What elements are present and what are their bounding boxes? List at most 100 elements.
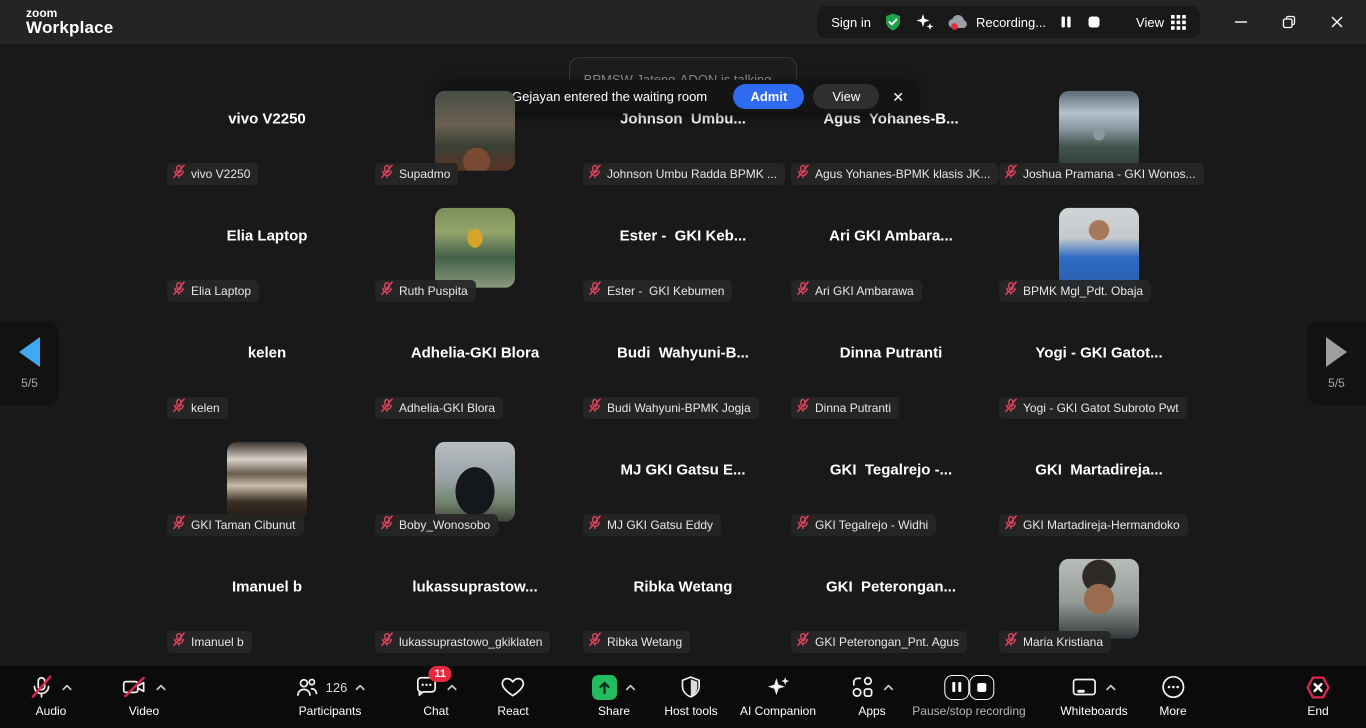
previous-page-button[interactable]: 5/5 (0, 321, 59, 405)
participant-name-tag: Ruth Puspita (375, 280, 476, 302)
shield-icon[interactable] (678, 674, 703, 700)
ai-companion-sparkle-icon[interactable] (915, 12, 935, 32)
chevron-up-icon[interactable] (61, 681, 74, 694)
participants-icon[interactable] (294, 674, 320, 700)
sign-in-button[interactable]: Sign in (831, 15, 871, 30)
participant-tile[interactable]: Imanuel b Imanuel b (163, 543, 371, 660)
toolbar-ai-companion-button[interactable]: AI Companion (740, 672, 816, 718)
muted-mic-icon (796, 398, 810, 418)
chevron-up-icon[interactable] (624, 681, 637, 694)
participant-tag-text: Yogi - GKI Gatot Subroto Pwt (1023, 401, 1179, 415)
participant-tile[interactable]: lukassuprastow... lukassuprastowo_gkikla… (371, 543, 579, 660)
participant-tile[interactable]: GKI Tegalrejo -... GKI Tegalrejo - Widhi (787, 426, 995, 543)
chat-icon[interactable]: 11 (414, 674, 440, 700)
participant-tile[interactable]: Maria Kristiana (995, 543, 1203, 660)
participant-tile[interactable]: Boby_Wonosobo (371, 426, 579, 543)
participant-name-tag: Yogi - GKI Gatot Subroto Pwt (999, 397, 1187, 419)
admit-button[interactable]: Admit (733, 84, 804, 109)
participant-tile[interactable]: BPMK Mgl_Pdt. Obaja (995, 192, 1203, 309)
participant-tag-text: Boby_Wonosobo (399, 518, 490, 532)
close-window-button[interactable] (1318, 7, 1356, 37)
heart-icon[interactable] (499, 674, 526, 700)
participant-tile[interactable]: GKI Martadireja... GKI Martadireja-Herma… (995, 426, 1203, 543)
participant-display-name: Ari GKI Ambara... (787, 228, 995, 245)
stop-recording-button[interactable] (969, 675, 994, 700)
muted-mic-icon (588, 164, 602, 184)
participants-count: 126 (326, 680, 348, 695)
participant-tile[interactable]: GKI Taman Cibunut (163, 426, 371, 543)
view-waiting-room-button[interactable]: View (813, 84, 879, 109)
participant-name-tag: Ribka Wetang (583, 631, 690, 653)
toolbar-end-button[interactable]: End (1303, 672, 1333, 718)
participant-display-name: vivo V2250 (163, 111, 371, 128)
sparkle-icon[interactable] (764, 674, 791, 701)
toolbar-whiteboards-button[interactable]: Whiteboards (1060, 672, 1127, 718)
participant-tile[interactable]: Ester - GKI Keb... Ester - GKI Kebumen (579, 192, 787, 309)
pause-recording-icon[interactable] (1058, 14, 1074, 30)
participant-tile[interactable]: kelen kelen (163, 309, 371, 426)
mic-muted-icon[interactable] (29, 674, 55, 700)
chevron-up-icon[interactable] (1105, 681, 1118, 694)
participant-photo-joshua (1059, 90, 1139, 170)
next-page-button[interactable]: 5/5 (1307, 321, 1366, 405)
stop-recording-icon[interactable] (1086, 14, 1102, 30)
page-indicator-left: 5/5 (21, 376, 38, 390)
video-muted-icon[interactable] (121, 674, 149, 700)
toolbar-recording-controls-label: Pause/stop recording (912, 704, 1025, 718)
participant-tile[interactable]: vivo V2250 vivo V2250 (163, 75, 371, 192)
participant-name-tag: Dinna Putranti (791, 397, 899, 419)
muted-mic-icon (172, 632, 186, 652)
participant-name-tag: Ari GKI Ambarawa (791, 280, 922, 302)
participant-tile[interactable]: Budi Wahyuni-B... Budi Wahyuni-BPMK Jogj… (579, 309, 787, 426)
muted-mic-icon (380, 281, 394, 301)
participant-tile[interactable]: Ribka Wetang Ribka Wetang (579, 543, 787, 660)
participant-tag-text: Joshua Pramana - GKI Wonos... (1023, 167, 1196, 181)
participant-tag-text: kelen (191, 401, 220, 415)
participant-tile[interactable]: Yogi - GKI Gatot... Yogi - GKI Gatot Sub… (995, 309, 1203, 426)
participant-display-name: GKI Tegalrejo -... (787, 462, 995, 479)
participant-name-tag: Johnson Umbu Radda BPMK ... (583, 163, 785, 185)
toolbar-recording-controls-button[interactable]: Pause/stop recording (912, 672, 1025, 718)
end-call-icon[interactable] (1303, 674, 1333, 701)
participant-tile[interactable]: Joshua Pramana - GKI Wonos... (995, 75, 1203, 192)
toolbar-chat-button[interactable]: 11Chat (414, 672, 459, 718)
toolbar-react-button[interactable]: React (497, 672, 528, 718)
pause-recording-button[interactable] (944, 675, 969, 700)
participant-tag-text: Maria Kristiana (1023, 635, 1103, 649)
toolbar-participants-button[interactable]: 126Participants (294, 672, 367, 718)
toolbar-share-label: Share (598, 704, 630, 718)
apps-icon[interactable] (849, 674, 876, 700)
more-icon[interactable] (1160, 674, 1186, 700)
participant-tile[interactable]: Adhelia-GKI Blora Adhelia-GKI Blora (371, 309, 579, 426)
participant-tile[interactable]: Dinna Putranti Dinna Putranti (787, 309, 995, 426)
chevron-up-icon[interactable] (155, 681, 168, 694)
recording-status: Recording... (947, 13, 1046, 31)
restore-button[interactable] (1270, 7, 1308, 37)
view-button[interactable]: View (1136, 15, 1186, 30)
participant-tile[interactable]: Ari GKI Ambara... Ari GKI Ambarawa (787, 192, 995, 309)
close-icon[interactable]: ✕ (892, 90, 904, 104)
chevron-up-icon (155, 681, 168, 694)
chevron-up-icon[interactable] (882, 681, 895, 694)
participant-display-name: Johnson Umbu... (579, 111, 787, 128)
toolbar-audio-button[interactable]: Audio (29, 672, 74, 718)
toolbar-more-button[interactable]: More (1159, 672, 1186, 718)
chevron-up-icon[interactable] (353, 681, 366, 694)
participant-display-name: Ester - GKI Keb... (579, 228, 787, 245)
share-icon[interactable] (591, 674, 618, 701)
chevron-up-icon (446, 681, 459, 694)
participant-tile[interactable]: MJ GKI Gatsu E... MJ GKI Gatsu Eddy (579, 426, 787, 543)
participant-tag-text: Budi Wahyuni-BPMK Jogja (607, 401, 751, 415)
encryption-shield-icon[interactable] (883, 12, 903, 32)
participant-tile[interactable]: Ruth Puspita (371, 192, 579, 309)
toolbar-video-button[interactable]: Video (121, 672, 168, 718)
toolbar-ai-companion-label: AI Companion (740, 704, 816, 718)
chevron-up-icon[interactable] (446, 681, 459, 694)
participant-tile[interactable]: Elia Laptop Elia Laptop (163, 192, 371, 309)
participant-tile[interactable]: GKI Peterongan... GKI Peterongan_Pnt. Ag… (787, 543, 995, 660)
toolbar-host-tools-button[interactable]: Host tools (664, 672, 717, 718)
whiteboard-icon[interactable] (1071, 674, 1099, 700)
minimize-button[interactable] (1222, 7, 1260, 37)
toolbar-apps-button[interactable]: Apps (849, 672, 895, 718)
toolbar-share-button[interactable]: Share (591, 672, 637, 718)
